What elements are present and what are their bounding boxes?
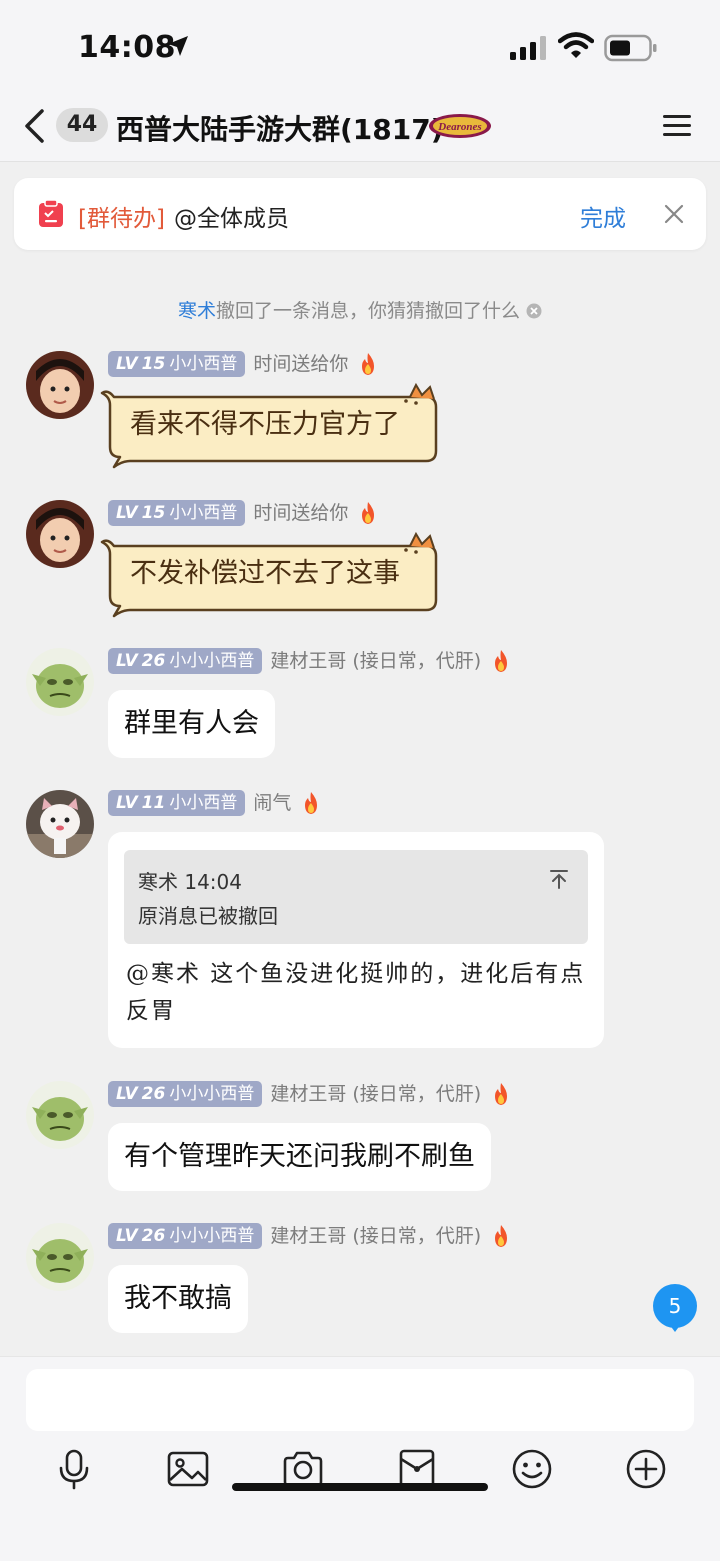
message-text: 不发补偿过不去了这事 [130, 558, 400, 589]
close-icon[interactable] [664, 204, 684, 224]
todo-done-button[interactable]: 完成 [580, 199, 626, 233]
image-icon[interactable] [166, 1447, 210, 1491]
clipboard-icon [39, 200, 63, 227]
cellular-signal-icon [510, 36, 546, 60]
avatar[interactable] [26, 648, 94, 716]
level-badge: LV 26 小小小西普 [108, 1223, 263, 1249]
message-meta: LV 11 小小西普 闹气 [108, 790, 321, 816]
cat-theme-bubble[interactable]: 看来不得不压力官方了 [100, 381, 446, 473]
level-badge: LV 26 小小小西普 [108, 1081, 263, 1107]
level-badge: LV 15 小小西普 [108, 500, 246, 526]
group-title[interactable]: 西普大陆手游大群(1817) [116, 108, 444, 148]
quoted-message[interactable]: 寒术 14:04 原消息已被撤回 [124, 850, 588, 944]
message-bubble[interactable]: 有个管理昨天还问我刷不刷鱼 [108, 1123, 491, 1191]
message-meta: LV 15 小小西普 时间送给你 [108, 351, 378, 377]
unread-count-badge[interactable]: 44 [56, 108, 108, 142]
message-input[interactable] [26, 1369, 694, 1431]
fire-icon [305, 792, 318, 814]
sender-name[interactable]: 建材王哥 (接日常，代肝) [270, 1223, 481, 1249]
recall-system-notice: 寒术撤回了一条消息，你猜猜撤回了什么 [0, 296, 720, 323]
back-chevron-icon[interactable] [22, 108, 48, 144]
location-arrow-icon [168, 36, 188, 56]
dearones-badge-icon: Dearones [429, 114, 491, 138]
chat-header: 44 西普大陆手游大群(1817) Dearones [0, 96, 720, 162]
message-bubble[interactable]: 群里有人会 [108, 690, 275, 758]
fire-icon [495, 1083, 508, 1105]
fire-icon [362, 353, 375, 375]
todo-tag: [群待办] [78, 206, 165, 232]
avatar[interactable] [26, 500, 94, 568]
group-todo-banner[interactable]: [群待办] @全体成员 完成 [14, 178, 706, 250]
microphone-icon[interactable] [52, 1447, 96, 1491]
close-circle-icon[interactable] [526, 303, 542, 319]
wifi-icon [558, 32, 594, 58]
menu-icon[interactable] [662, 112, 692, 140]
svg-text:Dearones: Dearones [437, 121, 481, 133]
sender-name[interactable]: 建材王哥 (接日常，代肝) [270, 648, 481, 674]
input-area [0, 1356, 720, 1561]
avatar[interactable] [26, 351, 94, 419]
message-text: 看来不得不压力官方了 [130, 409, 400, 440]
message-bubble[interactable]: 我不敢搞 [108, 1265, 248, 1333]
todo-text: @全体成员 [174, 206, 289, 232]
level-badge: LV 11 小小西普 [108, 790, 246, 816]
quoted-author-time: 寒术 14:04 [138, 870, 242, 894]
sender-name[interactable]: 建材王哥 (接日常，代肝) [270, 1081, 481, 1107]
recall-notice-text: 撤回了一条消息，你猜猜撤回了什么 [216, 300, 521, 322]
cat-theme-bubble[interactable]: 不发补偿过不去了这事 [100, 530, 446, 622]
sender-name[interactable]: 时间送给你 [253, 500, 348, 526]
message-text: @寒术 这个鱼没进化挺帅的，进化后有点反胃 [126, 961, 586, 1024]
new-messages-badge[interactable]: 5 [653, 1284, 697, 1328]
status-time: 14:08 [78, 30, 176, 65]
emoji-icon[interactable] [510, 1447, 554, 1491]
status-bar: 14:08 [0, 0, 720, 96]
level-badge: LV 15 小小西普 [108, 351, 246, 377]
sender-name[interactable]: 闹气 [253, 790, 291, 816]
avatar[interactable] [26, 1081, 94, 1149]
avatar[interactable] [26, 1223, 94, 1291]
fire-icon [495, 1225, 508, 1247]
level-badge: LV 26 小小小西普 [108, 648, 263, 674]
new-messages-badge-tail [669, 1324, 681, 1332]
plus-icon[interactable] [624, 1447, 668, 1491]
battery-icon [604, 34, 657, 62]
message-meta: LV 15 小小西普 时间送给你 [108, 500, 378, 526]
message-meta: LV 26 小小小西普 建材王哥 (接日常，代肝) [108, 1081, 511, 1107]
home-indicator[interactable] [232, 1483, 488, 1491]
message-meta: LV 26 小小小西普 建材王哥 (接日常，代肝) [108, 648, 511, 674]
jump-to-quote-icon[interactable] [548, 868, 570, 890]
message-meta: LV 26 小小小西普 建材王哥 (接日常，代肝) [108, 1223, 511, 1249]
quote-reply-bubble[interactable]: 寒术 14:04 原消息已被撤回 @寒术 这个鱼没进化挺帅的，进化后有点反胃 [108, 832, 604, 1048]
fire-icon [495, 650, 508, 672]
avatar[interactable] [26, 790, 94, 858]
fire-icon [362, 502, 375, 524]
recall-user-name[interactable]: 寒术 [178, 300, 216, 322]
quoted-body: 原消息已被撤回 [138, 904, 278, 928]
sender-name[interactable]: 时间送给你 [253, 351, 348, 377]
